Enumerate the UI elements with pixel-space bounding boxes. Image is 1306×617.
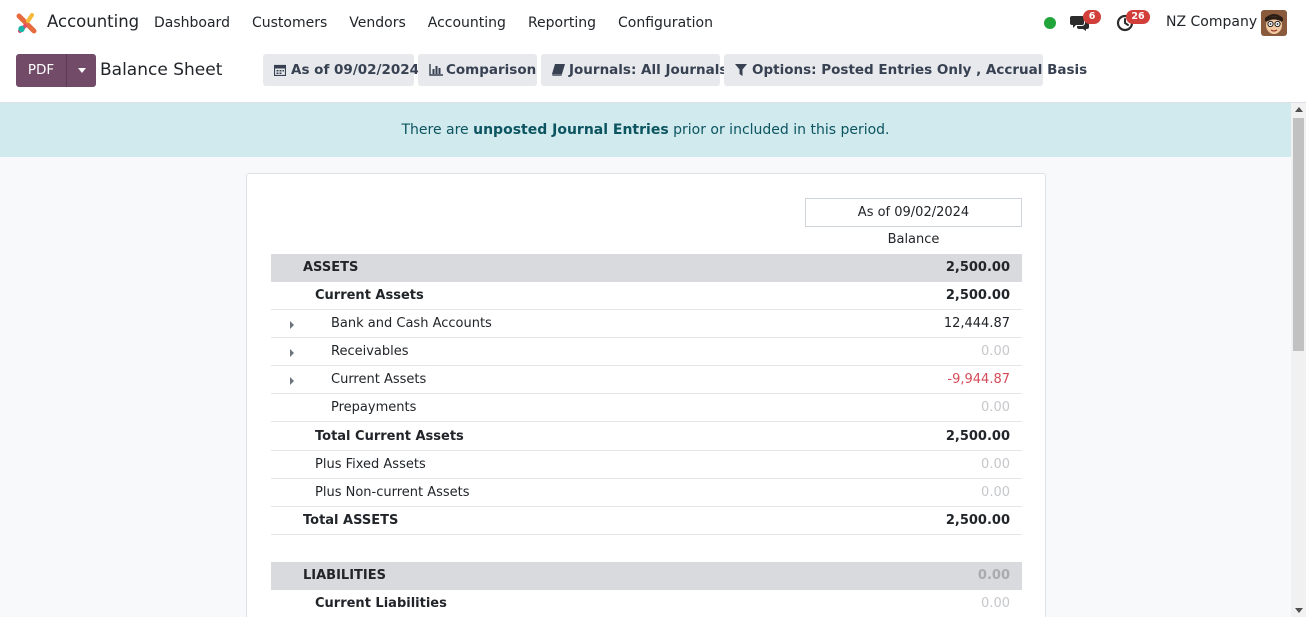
company-switcher[interactable]: NZ Company [1166, 14, 1257, 30]
main-menu: Dashboard Customers Vendors Accounting R… [143, 0, 724, 46]
menu-reporting[interactable]: Reporting [517, 0, 607, 46]
journals-filter-button[interactable]: Journals: All Journals [541, 54, 727, 86]
page-scrollbar[interactable] [1291, 103, 1306, 617]
row-label: Current Assets [315, 288, 424, 303]
row-value: 0.00 [977, 568, 1010, 583]
accounting-app-icon[interactable] [16, 13, 37, 34]
row-value: 2,500.00 [945, 260, 1010, 275]
section-row-liabilities[interactable]: LIABILITIES 0.00 [271, 562, 1022, 590]
top-navbar: Accounting Dashboard Customers Vendors A… [0, 0, 1306, 46]
row-label: Plus Non-current Assets [315, 485, 470, 500]
date-filter-button[interactable]: As of 09/02/2024 [263, 54, 419, 86]
page-title: Balance Sheet [100, 60, 223, 80]
row-label: ASSETS [303, 260, 359, 275]
presence-status-icon [1044, 17, 1056, 29]
column-header-date: As of 09/02/2024 [805, 198, 1022, 227]
group-row-fixed-assets[interactable]: Plus Fixed Assets 0.00 [271, 451, 1022, 479]
row-value: 2,500.00 [945, 429, 1010, 444]
alert-suffix: prior or included in this period. [668, 122, 890, 138]
control-panel: PDF Balance Sheet As of 09/02/2024 Compa… [0, 46, 1306, 103]
row-value: 2,500.00 [945, 513, 1010, 528]
expand-caret-icon[interactable] [290, 321, 294, 329]
unposted-entries-alert: There are unposted Journal Entries prior… [0, 103, 1291, 157]
scrollbar-thumb[interactable] [1293, 118, 1304, 351]
row-label: Current Liabilities [315, 596, 447, 611]
menu-customers[interactable]: Customers [241, 0, 338, 46]
user-avatar[interactable] [1261, 10, 1287, 36]
scroll-down-arrow-icon[interactable] [1295, 608, 1303, 613]
row-value: 0.00 [981, 457, 1010, 472]
total-row-assets: Total ASSETS 2,500.00 [271, 507, 1022, 535]
column-header-balance: Balance [887, 232, 940, 247]
row-label: Receivables [331, 344, 409, 359]
app-name[interactable]: Accounting [47, 12, 139, 31]
date-filter-label: As of 09/02/2024 [291, 62, 420, 78]
row-label: Bank and Cash Accounts [331, 316, 492, 331]
account-row-prepayments[interactable]: Prepayments 0.00 [271, 394, 1022, 422]
row-value: 0.00 [981, 400, 1010, 415]
row-label: Current Assets [331, 372, 427, 387]
calendar-icon [274, 64, 286, 76]
row-label: Prepayments [331, 400, 417, 415]
comparison-button[interactable]: Comparison [418, 54, 537, 86]
bar-chart-icon [429, 64, 443, 76]
book-icon [552, 64, 565, 76]
menu-dashboard[interactable]: Dashboard [143, 0, 241, 46]
print-options-dropdown[interactable] [66, 54, 96, 87]
row-label: Total Current Assets [315, 429, 464, 444]
group-row-current-liabilities[interactable]: Current Liabilities 0.00 [271, 590, 1022, 617]
row-value: 0.00 [981, 596, 1010, 611]
row-value: 0.00 [981, 485, 1010, 500]
expand-caret-icon[interactable] [290, 377, 294, 385]
scroll-up-arrow-icon[interactable] [1295, 107, 1303, 112]
pdf-button[interactable]: PDF [16, 54, 66, 87]
row-value: 12,444.87 [943, 316, 1010, 331]
account-row-current-assets[interactable]: Current Assets -9,944.87 [271, 366, 1022, 394]
options-filter-label: Options: Posted Entries Only , Accrual B… [752, 62, 1088, 78]
pdf-button-group: PDF [16, 54, 96, 87]
menu-configuration[interactable]: Configuration [607, 0, 724, 46]
menu-vendors[interactable]: Vendors [338, 0, 416, 46]
account-row-bank-and-cash[interactable]: Bank and Cash Accounts 12,444.87 [271, 310, 1022, 338]
funnel-icon [735, 64, 747, 76]
account-row-receivables[interactable]: Receivables 0.00 [271, 338, 1022, 366]
activity-count-badge: 26 [1126, 10, 1150, 24]
comparison-label: Comparison [446, 62, 537, 78]
balance-sheet-report: As of 09/02/2024 Balance ASSETS 2,500.00… [246, 173, 1046, 617]
row-label: Plus Fixed Assets [315, 457, 426, 472]
alert-prefix: There are [401, 122, 474, 138]
row-label: LIABILITIES [303, 568, 386, 583]
menu-accounting[interactable]: Accounting [417, 0, 517, 46]
journals-filter-label: Journals: All Journals [569, 62, 728, 78]
row-label: Total ASSETS [303, 513, 399, 528]
group-row-non-current-assets[interactable]: Plus Non-current Assets 0.00 [271, 479, 1022, 507]
unposted-entries-link[interactable]: unposted Journal Entries [473, 122, 669, 138]
options-filter-button[interactable]: Options: Posted Entries Only , Accrual B… [724, 54, 1087, 86]
row-value: 2,500.00 [945, 288, 1010, 303]
expand-caret-icon[interactable] [290, 349, 294, 357]
total-row-current-assets: Total Current Assets 2,500.00 [271, 423, 1022, 451]
section-row-assets[interactable]: ASSETS 2,500.00 [271, 254, 1022, 282]
chat-count-badge: 6 [1083, 10, 1101, 24]
row-value: 0.00 [981, 344, 1010, 359]
group-row-current-assets[interactable]: Current Assets 2,500.00 [271, 282, 1022, 310]
row-value: -9,944.87 [947, 372, 1010, 387]
